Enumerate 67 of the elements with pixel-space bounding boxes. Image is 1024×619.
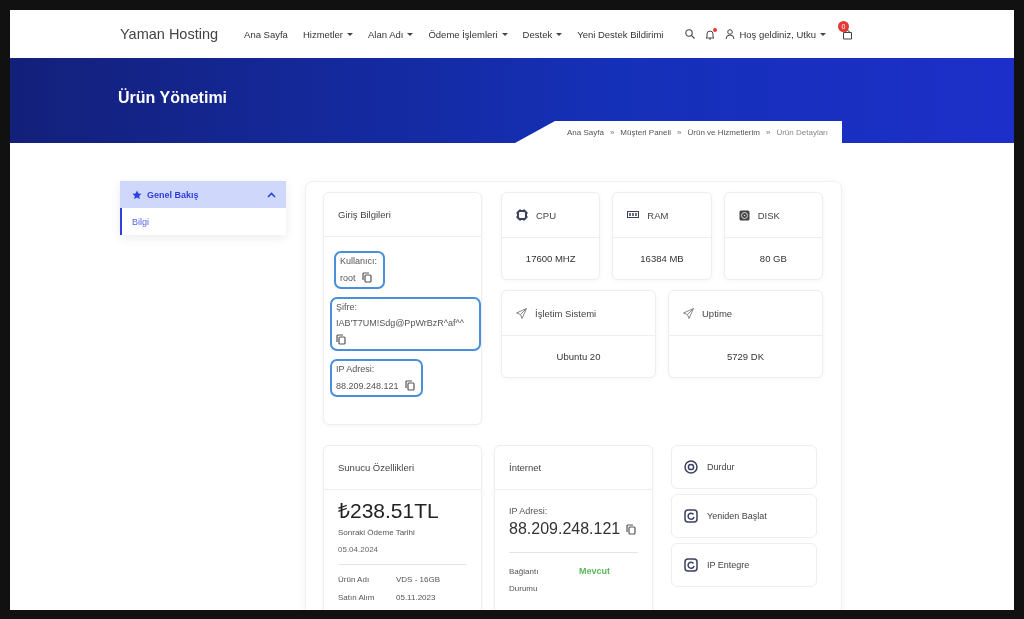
bell-icon[interactable] (705, 28, 716, 40)
copy-icon[interactable] (404, 380, 415, 391)
payment-date: 05.04.2024 (338, 545, 467, 565)
credential-field: Kullanıcı: root (334, 251, 386, 289)
breadcrumb-link[interactable]: Ürün ve Hizmetlerim (687, 127, 760, 137)
credential-field: Şifre: IAB'T7UM!Sdg@PpWrBzR^af^^ (330, 297, 481, 351)
spec-label: DISK (757, 209, 780, 221)
spec-value: 16384 MB (640, 253, 684, 264)
paper-plane-icon (516, 307, 527, 319)
copy-icon[interactable] (336, 334, 346, 345)
brand-name[interactable]: Yaman Hosting (120, 26, 219, 42)
nav-link[interactable]: Yeni Destek Bildirimi (577, 28, 664, 40)
chevron-icon: » (609, 127, 615, 137)
ip-address: 88.209.248.121 (509, 520, 621, 538)
breadcrumb-link[interactable]: Ürün Detayları (776, 127, 828, 137)
sidebar-item[interactable]: Bilgi (120, 208, 286, 235)
credential-field: IP Adresi: 88.209.248.121 (330, 359, 423, 397)
paper-plane-icon (683, 307, 694, 319)
detail-value: 05.11.2023 (396, 593, 437, 602)
nav-link[interactable]: Destek (522, 28, 563, 40)
page-title: Ürün Yönetimi (118, 89, 228, 107)
nav-link[interactable]: Hizmetler (302, 28, 354, 40)
breadcrumb-link[interactable]: Ana Sayfa (567, 127, 604, 137)
card-title: Sunucu Özellikleri (338, 462, 415, 473)
copy-icon[interactable] (361, 272, 372, 283)
restart-icon (684, 509, 698, 523)
sidebar-header[interactable]: Genel Bakış (120, 181, 286, 208)
memory-icon (627, 211, 640, 219)
action-button[interactable]: Durdur (671, 445, 817, 489)
nav-link[interactable]: Ödeme İşlemleri (428, 28, 508, 40)
cart-icon[interactable] (842, 28, 853, 40)
ip-label: IP Adresi: (509, 506, 549, 516)
breadcrumb-link[interactable]: Müşteri Paneli (620, 127, 672, 137)
spec-value: 80 GB (759, 253, 787, 264)
spec-label: İşletim Sistemi (535, 307, 597, 319)
copy-icon[interactable] (626, 523, 637, 535)
spec-label: CPU (536, 209, 557, 221)
spec-value: 17600 MHZ (525, 253, 576, 264)
chevron-icon: » (677, 127, 682, 137)
person-icon (725, 29, 736, 39)
detail-label: Satın Alım (338, 593, 376, 602)
action-button[interactable]: IP Entegre (671, 543, 817, 587)
sidebar-title: Genel Bakış (147, 189, 199, 200)
payment-label: Sonraki Ödeme Tarihi (338, 528, 416, 537)
spec-label: RAM (647, 209, 669, 221)
detail-value: VDS - 16GB (396, 575, 441, 584)
spec-value: Ubuntu 20 (556, 351, 601, 362)
card-title: Giriş Bilgileri (338, 209, 391, 220)
action-button[interactable]: Yeniden Başlat (671, 494, 817, 538)
disk-icon (738, 209, 750, 221)
nav-link[interactable]: Alan Adı (368, 28, 414, 40)
nav-link[interactable]: Ana Sayfa (244, 28, 288, 40)
search-icon[interactable] (685, 29, 696, 39)
stop-icon (684, 460, 698, 474)
status-value: Mevcut (579, 565, 610, 578)
detail-label: Bağlantı Durumu (509, 566, 539, 595)
chevron-icon: » (765, 127, 771, 137)
user-menu[interactable]: Hoş geldiniz, Utku (725, 28, 826, 40)
chevron-icon[interactable] (267, 191, 276, 198)
spec-value: 5729 DK (727, 351, 764, 362)
star-icon (132, 189, 142, 200)
spec-label: Uptime (702, 307, 733, 319)
restart-icon (684, 558, 698, 572)
chip-icon (516, 209, 528, 221)
detail-label: Ürün Adı (338, 575, 371, 584)
card-title: İnternet (509, 462, 542, 473)
price: ₺238.51TL (338, 498, 440, 524)
